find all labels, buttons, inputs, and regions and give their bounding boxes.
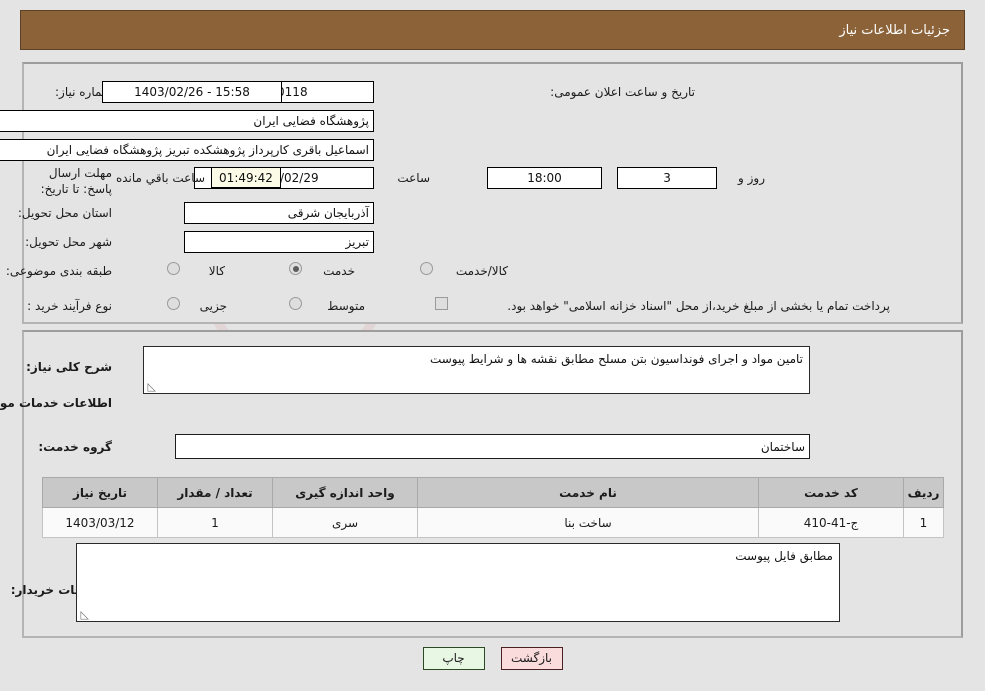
checkbox-islamic-treasury-label: پرداخت تمام یا بخشی از مبلغ خرید،از محل …: [507, 299, 890, 313]
radio-category-service-label: خدمت: [323, 264, 355, 278]
print-button[interactable]: چاپ: [422, 647, 485, 670]
cell-row-number: 1: [903, 507, 944, 538]
cell-quantity: 1: [157, 507, 273, 538]
buyer-notes-text: مطابق فایل پیوست: [735, 549, 833, 563]
service-group-field[interactable]: ساختمان: [175, 434, 810, 459]
request-creator-field[interactable]: اسماعیل باقری کارپرداز پژوهشکده تبریز پژ…: [0, 139, 374, 161]
deadline-hour-field[interactable]: 18:00: [487, 167, 602, 189]
col-unit: واحد اندازه گیری: [272, 477, 418, 508]
announce-datetime-field[interactable]: 15:58 - 1403/02/26: [102, 81, 282, 103]
services-info-heading: اطلاعات خدمات مورد نیاز: [0, 396, 112, 410]
delivery-city-field[interactable]: تبریز: [184, 231, 374, 253]
response-deadline-label: مهلت ارسال پاسخ: تا تاریخ:: [40, 166, 112, 196]
col-service-code: کد خدمت: [758, 477, 904, 508]
need-description-text: تامین مواد و اجرای فونداسیون بتن مسلح مط…: [429, 352, 803, 366]
col-quantity: تعداد / مقدار: [157, 477, 273, 508]
cell-need-date: 1403/03/12: [42, 507, 158, 538]
announce-datetime-label: تاریخ و ساعت اعلان عمومی:: [550, 85, 695, 99]
cell-unit: سری: [272, 507, 418, 538]
radio-category-goods[interactable]: [167, 262, 180, 275]
hours-remaining-label: ساعت باقي مانده: [115, 171, 205, 185]
subject-category-label: طبقه بندی موضوعی:: [5, 264, 112, 278]
col-need-date: تاریخ نیاز: [42, 477, 158, 508]
days-label: روز و: [738, 171, 765, 185]
need-number-label: شماره نیاز:: [55, 85, 112, 99]
table-row: 1 ج-41-410 ساخت بنا سری 1 1403/03/12: [42, 507, 944, 538]
col-service-name: نام خدمت: [417, 477, 759, 508]
back-button[interactable]: بازگشت: [500, 647, 563, 670]
service-items-table: ردیف کد خدمت نام خدمت واحد اندازه گیری ت…: [42, 477, 944, 538]
page-header: جزئیات اطلاعات نیاز: [20, 10, 965, 50]
radio-category-goods-service[interactable]: [420, 262, 433, 275]
cell-service-name: ساخت بنا: [417, 507, 759, 538]
purchase-process-label: نوع فرآیند خرید :: [27, 299, 112, 313]
action-button-row: بازگشت چاپ: [0, 647, 985, 670]
radio-category-service[interactable]: [289, 262, 302, 275]
delivery-province-field[interactable]: آذربایجان شرقی: [184, 202, 374, 224]
radio-category-goods-label: کالا: [208, 264, 225, 278]
radio-category-goods-service-label: کالا/خدمت: [455, 264, 508, 278]
buyer-org-field[interactable]: پژوهشگاه فضایی ایران: [0, 110, 374, 132]
hour-label: ساعت: [397, 171, 430, 185]
page-title: جزئیات اطلاعات نیاز: [839, 22, 950, 38]
service-group-label: گروه خدمت:: [38, 440, 112, 454]
delivery-province-label: استان محل تحویل:: [17, 206, 112, 220]
buyer-notes-textarea[interactable]: مطابق فایل پیوست ◺: [76, 543, 840, 622]
col-row-number: ردیف: [903, 477, 944, 508]
days-remaining-field[interactable]: 3: [617, 167, 717, 189]
resize-grip-icon[interactable]: ◺: [146, 381, 156, 392]
delivery-city-label: شهر محل تحویل:: [25, 235, 112, 249]
resize-grip-icon-notes[interactable]: ◺: [79, 609, 89, 620]
need-description-textarea[interactable]: تامین مواد و اجرای فونداسیون بتن مسلح مط…: [143, 346, 810, 394]
need-description-label: شرح کلی نیاز:: [26, 360, 112, 374]
table-header-row: ردیف کد خدمت نام خدمت واحد اندازه گیری ت…: [42, 477, 944, 508]
cell-service-code: ج-41-410: [758, 507, 904, 538]
countdown-timer-field: 01:49:42: [211, 167, 281, 188]
